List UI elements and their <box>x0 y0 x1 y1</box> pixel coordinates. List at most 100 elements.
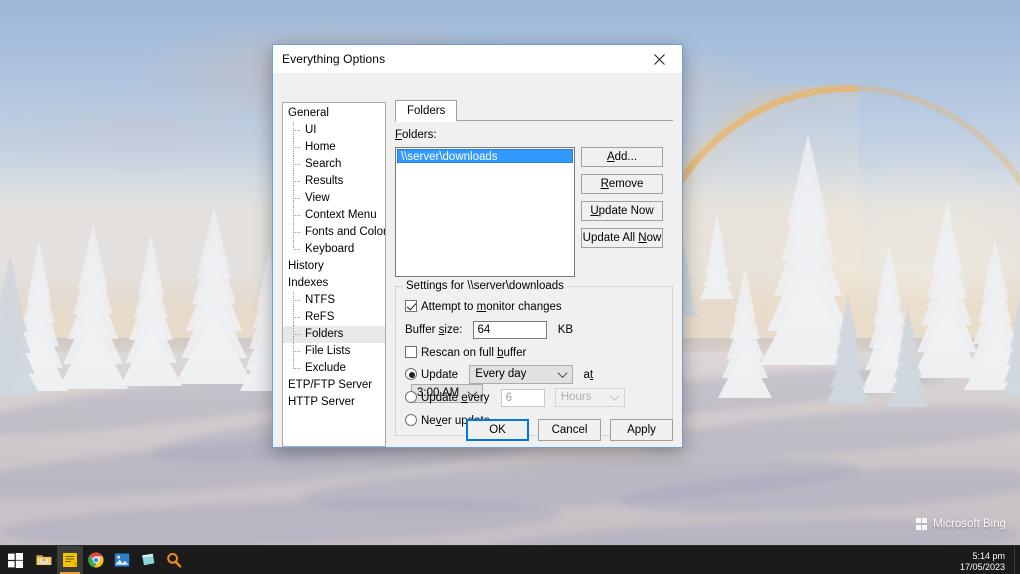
clock-date: 17/05/2023 <box>959 561 1005 572</box>
rescan-label: Rescan on full buffer <box>421 347 527 359</box>
tree-item-general[interactable]: General <box>283 105 385 122</box>
tree-item-history[interactable]: History <box>283 258 385 275</box>
tree-item-label: Indexes <box>288 277 329 289</box>
taskbar-clock[interactable]: 5:14 pm 17/05/2023 <box>956 546 1014 574</box>
taskbar-app-notepad[interactable] <box>57 546 83 574</box>
taskbar-app-sticky-notes[interactable] <box>135 546 161 574</box>
at-label: at <box>583 368 594 381</box>
tree-item-refs[interactable]: ReFS <box>283 309 385 326</box>
dialog-button-row: OK Cancel Apply <box>466 419 673 441</box>
taskbar-app-photos[interactable] <box>109 546 135 574</box>
tree-item-results[interactable]: Results <box>283 173 385 190</box>
desktop: Microsoft Bing Everything Options Genera… <box>0 0 1020 574</box>
update-schedule-radio[interactable]: Update <box>405 367 459 381</box>
tree-item-ntfs[interactable]: NTFS <box>283 292 385 309</box>
folder-settings-group: Settings for \\server\downloads Attempt … <box>395 280 673 436</box>
taskbar: 5:14 pm 17/05/2023 <box>0 545 1020 574</box>
tree-item-label: General <box>288 107 329 119</box>
apply-button[interactable]: Apply <box>610 419 673 441</box>
buffer-size-label: Buffer size: <box>405 324 463 337</box>
taskbar-app-everything-search[interactable] <box>161 546 187 574</box>
tree-item-label: Keyboard <box>305 243 355 255</box>
update-all-now-button[interactable]: Update All Now <box>581 228 663 248</box>
photos-icon <box>114 553 130 567</box>
tree-item-file-lists[interactable]: File Lists <box>283 343 385 360</box>
folder-icon <box>36 555 52 565</box>
folders-list-label: Folders: <box>395 129 437 141</box>
tree-item-label: Results <box>305 175 344 187</box>
cancel-button[interactable]: Cancel <box>538 419 601 441</box>
bing-watermark: Microsoft Bing <box>915 518 1006 530</box>
tree-item-view[interactable]: View <box>283 190 385 207</box>
tree-item-label: HTTP Server <box>288 396 355 408</box>
sticky-note-icon <box>142 553 155 567</box>
checkbox-box <box>405 300 417 312</box>
folder-settings-legend: Settings for \\server\downloads <box>403 280 567 292</box>
add-button[interactable]: Add... <box>581 147 663 167</box>
update-schedule-label: Update <box>421 368 459 381</box>
monitor-changes-label: Attempt to monitor changes <box>421 301 562 313</box>
tree-item-home[interactable]: Home <box>283 139 385 156</box>
folders-listbox[interactable]: \\server\downloads <box>395 147 575 277</box>
buffer-size-unit: KB <box>557 324 574 337</box>
rescan-on-full-buffer-checkbox[interactable]: Rescan on full buffer <box>405 346 526 359</box>
tab-folders[interactable]: Folders <box>395 100 458 122</box>
tree-item-exclude[interactable]: Exclude <box>283 360 385 377</box>
update-interval-input[interactable] <box>500 388 545 407</box>
update-interval-unit-select[interactable]: Hours <box>554 388 625 407</box>
tree-item-label: ETP/FTP Server <box>288 379 373 391</box>
taskbar-app-chrome[interactable] <box>83 546 109 574</box>
tree-item-label: File Lists <box>305 345 351 357</box>
wallpaper-snow-tree <box>120 234 182 388</box>
list-item[interactable]: \\server\downloads <box>397 149 573 163</box>
tree-item-search[interactable]: Search <box>283 156 385 173</box>
tree-item-indexes[interactable]: Indexes <box>283 275 385 292</box>
tree-item-context-menu[interactable]: Context Menu <box>283 207 385 224</box>
tree-item-label: Search <box>305 158 342 170</box>
tab-strip: Folders <box>395 100 673 122</box>
wallpaper-snow-tree <box>1000 287 1020 400</box>
taskbar-spacer <box>187 546 956 574</box>
tree-item-label: History <box>288 260 324 272</box>
windows-start-icon[interactable] <box>0 546 31 574</box>
monitor-changes-checkbox[interactable]: Attempt to monitor changes <box>405 300 562 313</box>
folders-tab-panel: Folders: \\server\downloads Add... Remov… <box>395 121 673 436</box>
wallpaper-snow-tree <box>0 254 40 396</box>
bing-watermark-label: Microsoft Bing <box>933 518 1006 530</box>
wallpaper-snow-tree <box>718 266 772 400</box>
radio-dot <box>405 390 417 403</box>
radio-dot <box>405 414 417 426</box>
tree-item-etp-ftp-server[interactable]: ETP/FTP Server <box>283 377 385 394</box>
tree-item-label: Context Menu <box>305 209 377 221</box>
tree-item-http-server[interactable]: HTTP Server <box>283 394 385 411</box>
show-desktop-button[interactable] <box>1014 546 1020 574</box>
taskbar-app-file-explorer[interactable] <box>31 546 57 574</box>
update-now-button[interactable]: Update Now <box>581 201 663 221</box>
everything-options-dialog: Everything Options General UI Home Search Re… <box>272 44 683 448</box>
update-every-radio[interactable]: Update every <box>405 390 490 404</box>
tree-item-label: Fonts and Colors <box>305 226 386 238</box>
tree-item-folders[interactable]: Folders <box>283 326 385 343</box>
close-icon[interactable] <box>637 45 682 73</box>
dialog-title: Everything Options <box>282 52 386 66</box>
tree-item-label: Home <box>305 141 336 153</box>
tree-item-label: UI <box>305 124 317 136</box>
dialog-body: General UI Home Search Results View Context Me… <box>273 74 682 449</box>
tree-item-fonts-and-colors[interactable]: Fonts and Colors <box>283 224 385 241</box>
tree-item-keyboard[interactable]: Keyboard <box>283 241 385 258</box>
dialog-titlebar[interactable]: Everything Options <box>273 45 682 74</box>
clock-time: 5:14 pm <box>972 550 1005 561</box>
wallpaper-snow-tree <box>58 223 128 390</box>
options-nav-tree[interactable]: General UI Home Search Results View Context Me… <box>282 102 386 447</box>
ok-button[interactable]: OK <box>466 419 529 441</box>
tree-item-label: Exclude <box>305 362 346 374</box>
remove-button[interactable]: Remove <box>581 174 663 194</box>
tree-item-label: View <box>305 192 330 204</box>
tree-item-label: Folders <box>305 328 344 340</box>
update-every-label: Update every <box>421 391 490 404</box>
tree-item-label: NTFS <box>305 294 336 306</box>
buffer-size-input[interactable] <box>472 321 547 339</box>
update-frequency-select[interactable]: Every day <box>469 365 574 384</box>
tree-item-ui[interactable]: UI <box>283 122 385 139</box>
notepad-icon <box>63 553 77 567</box>
